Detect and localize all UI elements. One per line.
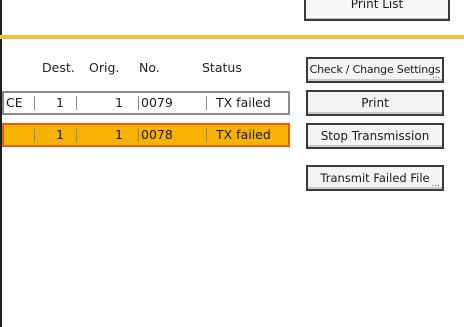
column-separator xyxy=(206,96,207,110)
table-row-selected[interactable]: 1 1 0078 TX failed xyxy=(2,123,290,147)
button-label: Transmit Failed File xyxy=(320,171,430,185)
transmit-failed-file-button[interactable]: Transmit Failed File ... xyxy=(306,165,444,191)
row-orig: 1 xyxy=(115,95,123,110)
check-change-settings-button[interactable]: Check / Change Settings ... xyxy=(306,57,444,83)
column-header-no: No. xyxy=(139,60,160,75)
column-separator xyxy=(138,96,139,110)
left-border xyxy=(0,0,2,327)
button-label: Check / Change Settings xyxy=(309,63,441,76)
column-separator xyxy=(34,96,35,110)
table-row[interactable]: CE 1 1 0079 TX failed xyxy=(2,91,290,115)
column-header-orig: Orig. xyxy=(89,60,120,75)
row-number: 0078 xyxy=(141,127,173,142)
row-orig: 1 xyxy=(115,127,123,142)
more-options-marker: ... xyxy=(431,179,440,189)
row-number: 0079 xyxy=(141,95,173,110)
header-divider xyxy=(0,35,464,39)
row-name: CE xyxy=(6,95,23,110)
more-options-marker: ... xyxy=(432,71,440,81)
column-header-status: Status xyxy=(202,60,242,75)
column-separator xyxy=(138,128,139,142)
row-dest: 1 xyxy=(56,95,64,110)
column-separator xyxy=(76,128,77,142)
print-list-button[interactable]: Print List xyxy=(304,0,450,21)
column-separator xyxy=(76,96,77,110)
column-header-dest: Dest. xyxy=(42,60,75,75)
row-dest: 1 xyxy=(56,127,64,142)
column-separator xyxy=(34,128,35,142)
row-status: TX failed xyxy=(216,127,271,142)
print-button[interactable]: Print xyxy=(306,90,444,116)
column-separator xyxy=(206,128,207,142)
row-status: TX failed xyxy=(216,95,271,110)
stop-transmission-button[interactable]: Stop Transmission xyxy=(306,123,444,149)
